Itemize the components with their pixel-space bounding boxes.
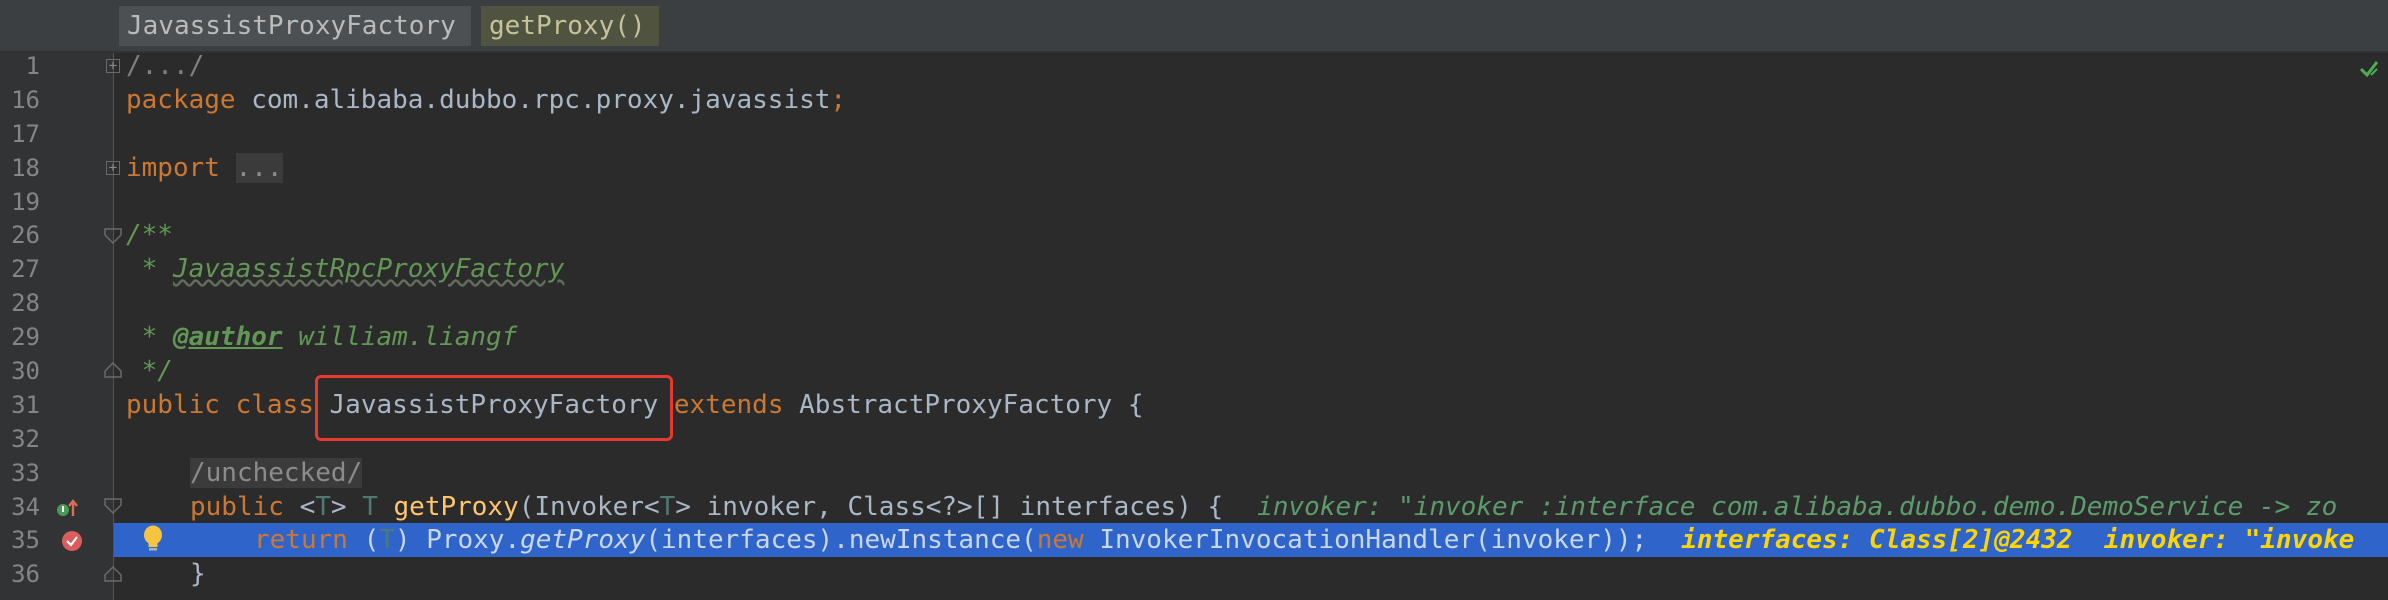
code-token: > [330,492,363,522]
keyword: package [126,85,236,115]
javadoc-close: */ [126,356,173,386]
code-token: InvokerInvocationHandler(invoker)); [1083,525,1648,555]
fold-collapse-icon[interactable] [104,228,122,244]
checkmark-icon[interactable] [2358,58,2380,80]
code-line-18[interactable]: import ... [126,151,283,185]
code-line-36[interactable]: } [190,557,206,591]
line-number[interactable]: 33 [0,456,40,490]
line-number[interactable]: 18 [0,151,40,185]
inline-debug-value: interfaces: Class[2]@2432 invoker: "invo… [1681,525,2355,555]
code-line-26[interactable]: /** [126,218,173,252]
javadoc-star: * [126,322,173,352]
line-number[interactable]: 16 [0,83,40,117]
breadcrumb-method[interactable]: getProxy() [481,6,659,46]
line-number[interactable]: 1 [0,49,40,83]
superclass[interactable]: AbstractProxyFactory { [799,390,1143,420]
closing-brace: } [190,559,206,589]
code-line-30[interactable]: */ [126,354,173,388]
javadoc-author-tag: @author [172,322,283,352]
folded-annotation[interactable]: /unchecked/ [190,458,363,488]
breadcrumb-divider [0,51,2388,53]
line-number[interactable]: 29 [0,320,40,354]
gutter-divider [113,53,114,600]
fold-expand-icon[interactable]: + [106,59,120,73]
javadoc-text-typo[interactable]: JavaassistRpcProxyFactory [173,254,564,284]
implements-override-icon[interactable] [56,498,80,518]
line-number[interactable]: 35 [0,523,40,557]
code-line-35[interactable]: return (T) Proxy.getProxy(interfaces).ne… [254,523,2354,557]
line-number[interactable]: 32 [0,422,40,456]
fold-collapse-icon[interactable] [104,498,122,514]
code-line-27[interactable]: * JavaassistRpcProxyFactory [126,252,565,286]
fold-expand-icon[interactable]: + [106,161,120,175]
inline-debug-value: invoker: "invoker :interface com.alibaba… [1257,492,2338,522]
code-line-33[interactable]: /unchecked/ [190,456,363,490]
folded-imports[interactable]: ... [235,153,283,183]
type-parameter: T [362,492,378,522]
line-number[interactable]: 26 [0,218,40,252]
folded-header-comment[interactable]: /.../ [126,51,204,81]
breadcrumb-bar: JavassistProxyFactory getProxy() [0,0,2388,51]
breadcrumb-class[interactable]: JavassistProxyFactory [119,6,471,46]
fold-end-icon[interactable] [104,566,122,582]
highlight-box [315,375,673,441]
keyword: public [126,390,220,420]
code-token: ( [347,525,380,555]
code-token: (Invoker< [518,492,660,522]
method-name[interactable]: getProxy [394,492,519,522]
type-parameter: T [379,525,395,555]
line-number[interactable]: 31 [0,388,40,422]
code-line-34[interactable]: public <T> T getProxy(Invoker<T> invoker… [190,490,2337,524]
type-parameter: T [659,492,676,522]
keyword: return [254,525,348,555]
line-number[interactable]: 34 [0,490,40,524]
code-token: ) Proxy. [394,525,521,555]
keyword: class [235,390,314,420]
lightbulb-icon[interactable] [141,524,165,554]
line-number[interactable]: 36 [0,557,40,591]
javadoc-author: william.liangf [282,322,518,352]
semicolon: ; [830,85,847,115]
line-number[interactable]: 30 [0,354,40,388]
keyword: extends [673,390,784,420]
breakpoint-icon[interactable] [61,530,83,552]
line-number[interactable]: 27 [0,252,40,286]
static-method-call[interactable]: getProxy [520,525,645,555]
code-line-16[interactable]: package com.alibaba.dubbo.rpc.proxy.java… [126,83,846,117]
keyword: public [190,492,284,522]
type-parameter: T [315,492,331,522]
keyword: new [1036,525,1084,555]
line-number[interactable]: 19 [0,185,40,219]
line-number[interactable]: 17 [0,117,40,151]
keyword: import [126,153,220,183]
code-token: > invoker, Class<?>[] interfaces) { [675,492,1224,522]
package-name: com.alibaba.dubbo.rpc.proxy.javassist [235,85,831,115]
javadoc-open: /** [126,220,173,250]
code-token: < [283,492,316,522]
code-line-29[interactable]: * @author william.liangf [126,320,518,354]
line-number[interactable]: 28 [0,286,40,320]
javadoc-star: * [126,254,173,284]
code-token: (interfaces).newInstance( [645,525,1037,555]
code-line-1[interactable]: /.../ [126,49,204,83]
fold-end-icon[interactable] [104,362,122,378]
